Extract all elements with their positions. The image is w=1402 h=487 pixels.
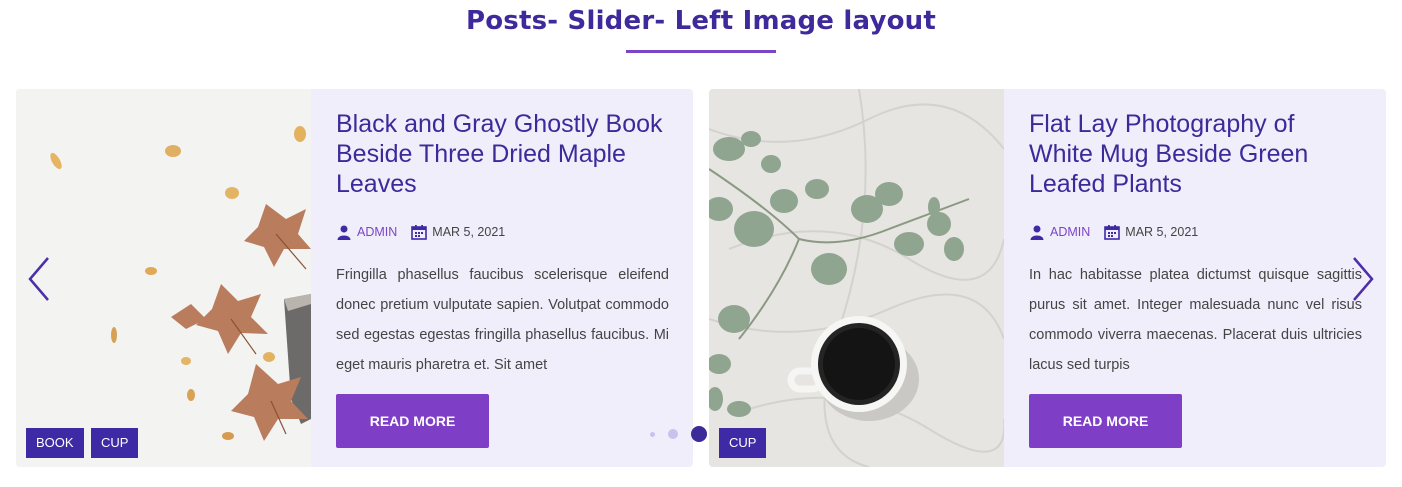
post-date: MAR 5, 2021: [1104, 224, 1198, 240]
date-text: MAR 5, 2021: [432, 225, 506, 239]
author-name[interactable]: ADMIN: [1050, 225, 1090, 239]
date-text: MAR 5, 2021: [1125, 225, 1199, 239]
post-excerpt: Fringilla phasellus faucibus scelerisque…: [336, 267, 669, 373]
post-body: Black and Gray Ghostly Book Beside Three…: [336, 109, 669, 380]
post-title[interactable]: Black and Gray Ghostly Book Beside Three…: [336, 109, 669, 199]
section-title: Posts- Slider- Left Image layout: [465, 6, 936, 36]
post-date: MAR 5, 2021: [411, 224, 505, 240]
post-excerpt: In hac habitasse platea dictumst quisque…: [1029, 267, 1362, 373]
chevron-left-icon[interactable]: [26, 256, 54, 302]
calendar-icon: [411, 225, 428, 240]
chevron-right-icon[interactable]: [1348, 256, 1376, 302]
post-meta: ADMIN MAR 5, 2021: [1029, 222, 1362, 242]
post-image-autumn-leaves[interactable]: BOOK CUP: [16, 89, 311, 467]
tag-book[interactable]: BOOK: [26, 428, 84, 458]
post-card: BOOK CUP Black and Gray Ghostly Book Bes…: [16, 89, 693, 467]
pagination-dot[interactable]: [668, 429, 678, 439]
author-name[interactable]: ADMIN: [357, 225, 397, 239]
post-meta: ADMIN MAR 5, 2021: [336, 222, 669, 242]
read-more-button[interactable]: READ MORE: [1029, 394, 1182, 448]
coffee-mug-photo: [709, 89, 1004, 467]
pagination-dot-active[interactable]: [691, 426, 707, 442]
post-image-coffee-mug[interactable]: CUP: [709, 89, 1004, 467]
slider-pagination: [650, 426, 707, 442]
title-underline: [626, 50, 776, 53]
post-author[interactable]: ADMIN: [336, 224, 397, 240]
user-icon: [337, 225, 351, 240]
tag-cup[interactable]: CUP: [719, 428, 767, 458]
user-icon: [1030, 225, 1044, 240]
calendar-icon: [1104, 225, 1121, 240]
post-title[interactable]: Flat Lay Photography of White Mug Beside…: [1029, 109, 1362, 199]
tag-cup[interactable]: CUP: [91, 428, 139, 458]
pagination-dot[interactable]: [650, 431, 655, 437]
post-body: Flat Lay Photography of White Mug Beside…: [1029, 109, 1362, 380]
autumn-leaves-photo: [16, 89, 311, 467]
read-more-button[interactable]: READ MORE: [336, 394, 489, 448]
post-card: CUP Flat Lay Photography of White Mug Be…: [709, 89, 1386, 467]
post-author[interactable]: ADMIN: [1029, 224, 1090, 240]
